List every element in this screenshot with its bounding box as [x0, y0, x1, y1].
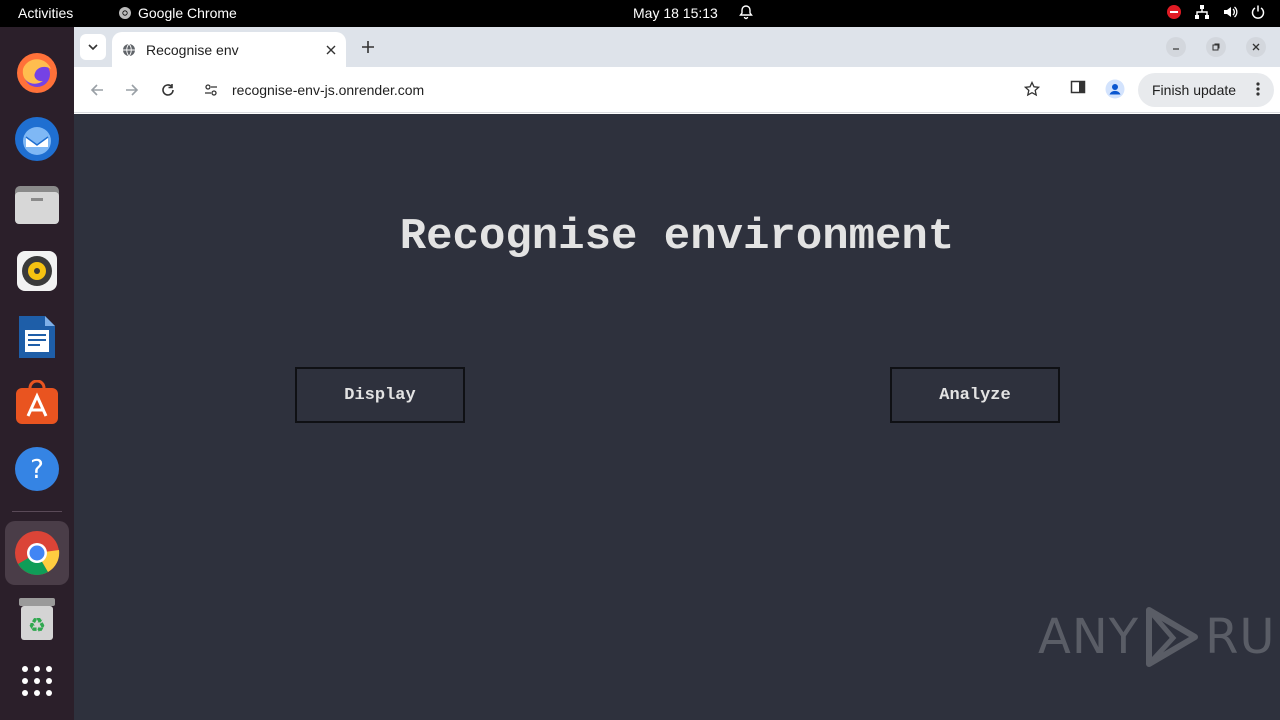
reload-button[interactable]: [157, 79, 179, 101]
help-icon[interactable]: ?: [11, 443, 63, 495]
chrome-icon[interactable]: [5, 521, 69, 585]
dock: ? ♻: [0, 27, 74, 720]
page-title: Recognise environment: [399, 212, 955, 262]
restore-button[interactable]: [1206, 37, 1226, 57]
app-center-icon[interactable]: [11, 377, 63, 429]
play-logo-icon: [1146, 607, 1199, 667]
side-panel-icon: [1070, 80, 1086, 94]
url-text[interactable]: recognise-env-js.onrender.com: [232, 82, 424, 98]
show-apps-icon[interactable]: [11, 655, 63, 707]
network-icon: [1195, 5, 1209, 19]
app-name: Google Chrome: [138, 5, 237, 21]
browser-window: Recognise env recognise-env-js.onrender.…: [74, 27, 1280, 720]
watermark-right: RUN: [1205, 609, 1280, 665]
site-info-icon[interactable]: [204, 83, 218, 97]
plus-icon: [362, 41, 374, 53]
tab-strip: Recognise env: [74, 27, 1280, 67]
avatar: [1105, 79, 1125, 99]
finish-update-button[interactable]: Finish update: [1138, 73, 1274, 107]
restore-icon: [1212, 43, 1220, 51]
files-icon[interactable]: [11, 179, 63, 231]
web-page: Recognise environment Display Analyze AN…: [74, 114, 1280, 720]
new-tab-button[interactable]: [356, 35, 380, 59]
system-tray[interactable]: [1166, 4, 1266, 20]
system-top-bar: Activities Google Chrome May 18 15:13: [0, 0, 1280, 27]
tab-recognise-env[interactable]: Recognise env: [112, 32, 346, 67]
display-button[interactable]: Display: [295, 367, 465, 423]
globe-icon: [123, 43, 135, 56]
arrow-left-icon: [90, 84, 103, 96]
back-button[interactable]: [86, 79, 108, 101]
volume-icon: [1224, 6, 1238, 18]
chevron-down-icon: [88, 44, 98, 51]
clock[interactable]: May 18 15:13: [633, 5, 718, 21]
thunderbird-icon[interactable]: [11, 113, 63, 165]
svg-text:♻: ♻: [28, 613, 46, 637]
anyrun-watermark: ANY RUN: [1038, 606, 1280, 668]
watermark-left: ANY: [1038, 609, 1140, 665]
dock-separator: [12, 511, 62, 512]
arrow-right-icon: [126, 84, 139, 96]
reload-icon: [162, 84, 174, 96]
bookmark-star-icon[interactable]: [1024, 81, 1040, 97]
svg-text:?: ?: [30, 455, 44, 485]
finish-update-label: Finish update: [1152, 82, 1237, 98]
forward-button[interactable]: [121, 79, 143, 101]
profile-button[interactable]: [1105, 79, 1125, 104]
rhythmbox-icon[interactable]: [11, 245, 63, 297]
activities-button[interactable]: Activities: [18, 5, 73, 21]
close-icon[interactable]: [326, 45, 336, 55]
app-menu[interactable]: Google Chrome: [118, 5, 237, 21]
more-vert-icon: [1256, 82, 1260, 96]
browser-toolbar: recognise-env-js.onrender.com Finish upd…: [74, 67, 1280, 113]
tab-title: Recognise env: [146, 41, 239, 58]
minimize-icon: [1173, 48, 1179, 50]
minimize-button[interactable]: [1166, 37, 1186, 57]
notification-bell-icon[interactable]: [738, 4, 754, 23]
libreoffice-writer-icon[interactable]: [11, 311, 63, 363]
trash-icon[interactable]: ♻: [11, 593, 63, 645]
side-panel-button[interactable]: [1070, 79, 1086, 100]
close-icon: [1252, 43, 1260, 51]
address-bar[interactable]: recognise-env-js.onrender.com: [194, 73, 1052, 107]
close-window-button[interactable]: [1246, 37, 1266, 57]
chrome-small-icon: [119, 7, 131, 19]
firefox-icon[interactable]: [11, 47, 63, 99]
analyze-button[interactable]: Analyze: [890, 367, 1060, 423]
power-icon: [1251, 5, 1265, 19]
tab-search-button[interactable]: [80, 34, 106, 60]
do-not-disturb-icon: [1167, 5, 1181, 19]
